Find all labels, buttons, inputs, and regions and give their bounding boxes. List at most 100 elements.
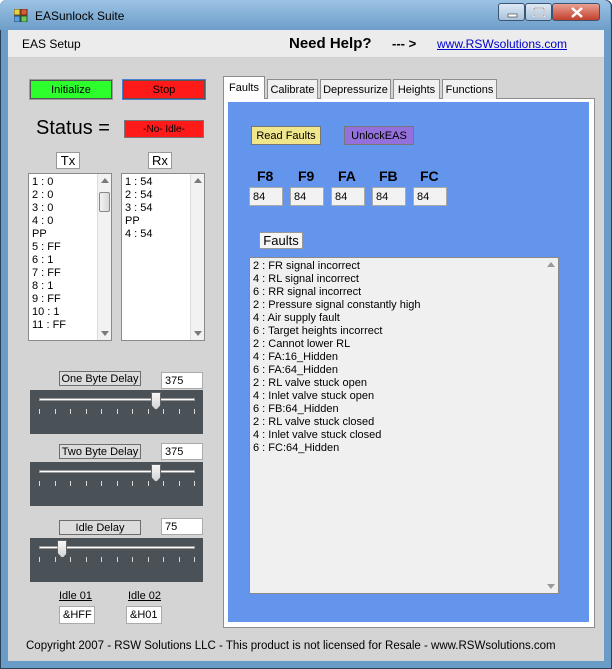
register-value-fa[interactable]: 84 [331, 187, 365, 206]
tab-heights[interactable]: Heights [393, 79, 440, 99]
two-byte-delay-label: Two Byte Delay [59, 444, 141, 459]
one-byte-delay-input[interactable]: 375 [161, 372, 203, 389]
faults-scrollbar[interactable] [544, 258, 558, 593]
list-item[interactable]: 6 : FB:64_Hidden [253, 403, 421, 416]
scroll-thumb[interactable] [99, 192, 110, 212]
slider-tick [54, 481, 56, 486]
slider-tick [85, 481, 87, 486]
slider-tick [85, 557, 87, 562]
slider-tick [70, 409, 71, 414]
close-button[interactable] [552, 3, 600, 21]
scroll-up-icon[interactable] [101, 178, 109, 183]
list-item[interactable]: 4 : Inlet valve stuck closed [253, 429, 421, 442]
slider-tick [132, 481, 133, 486]
list-item[interactable]: 4 : RL signal incorrect [253, 273, 421, 286]
scroll-up-icon[interactable] [547, 262, 555, 267]
register-value-f9[interactable]: 84 [290, 187, 324, 206]
tx-lines: 1 : 02 : 03 : 04 : 0 PP 5 : FF 6 : 17 : FF 8… [32, 176, 66, 332]
scroll-up-icon[interactable] [194, 178, 202, 183]
list-item[interactable]: 2 : 54 [125, 189, 153, 202]
slider-tick [39, 557, 40, 562]
slider-tick [70, 481, 71, 486]
tab-calibrate[interactable]: Calibrate [267, 79, 318, 99]
slider-tick [85, 409, 87, 414]
rx-scrollbar[interactable] [190, 174, 204, 340]
list-item[interactable]: 11 : FF [32, 319, 66, 332]
initialize-button[interactable]: Initialize [29, 79, 113, 100]
rx-listbox[interactable]: 1 : 54 2 : 54 3 : 54 PP 4 : 54 [121, 173, 205, 341]
idle-delay-input[interactable]: 75 [161, 518, 203, 535]
list-item[interactable]: 9 : FF [32, 293, 66, 306]
rx-label: Rx [148, 152, 172, 169]
list-item[interactable]: 4 : Inlet valve stuck open [253, 390, 421, 403]
list-item[interactable]: 5 : FF [32, 241, 66, 254]
register-value-fb[interactable]: 84 [372, 187, 406, 206]
list-item[interactable]: PP [32, 228, 66, 241]
slider-track [39, 470, 195, 473]
slider-thumb[interactable] [151, 392, 161, 410]
slider-ticks [39, 481, 195, 486]
list-item[interactable]: 4 : FA:16_Hidden [253, 351, 421, 364]
list-item[interactable]: 1 : 54 [125, 176, 153, 189]
slider-thumb[interactable] [151, 464, 161, 482]
list-item[interactable]: 6 : FA:64_Hidden [253, 364, 421, 377]
list-item[interactable]: 6 : RR signal incorrect [253, 286, 421, 299]
tx-listbox[interactable]: 1 : 02 : 03 : 04 : 0 PP 5 : FF 6 : 17 : FF 8… [28, 173, 112, 341]
list-item[interactable]: 1 : 0 [32, 176, 66, 189]
tx-scrollbar[interactable] [97, 174, 111, 340]
list-item[interactable]: 2 : Pressure signal constantly high [253, 299, 421, 312]
read-faults-button[interactable]: Read Faults [251, 126, 321, 145]
tab-faults[interactable]: Faults [223, 76, 265, 99]
list-item[interactable]: 2 : Cannot lower RL [253, 338, 421, 351]
idle-02-input[interactable]: &H01 [126, 606, 162, 624]
list-item[interactable]: 6 : FC:64_Hidden [253, 442, 421, 455]
idle-01-label: Idle 01 [59, 590, 93, 602]
idle-01-input[interactable]: &HFF [59, 606, 95, 624]
list-item[interactable]: 2 : FR signal incorrect [253, 260, 421, 273]
slider-thumb[interactable] [57, 540, 68, 558]
slider-tick [194, 557, 195, 562]
list-item[interactable]: 2 : RL valve stuck open [253, 377, 421, 390]
list-item[interactable]: 3 : 54 [125, 202, 153, 215]
slider-track [39, 398, 195, 401]
menu-eas-setup[interactable]: EAS Setup [22, 37, 81, 51]
idle-delay-slider[interactable] [30, 538, 203, 582]
footer-text: Copyright 2007 - RSW Solutions LLC - Thi… [26, 640, 556, 652]
tab-depressurize[interactable]: Depressurize [320, 79, 391, 99]
help-link[interactable]: www.RSWsolutions.com [437, 37, 567, 51]
two-byte-delay-input[interactable]: 375 [161, 443, 203, 460]
list-item[interactable]: 4 : 0 [32, 215, 66, 228]
list-item[interactable]: 6 : Target heights incorrect [253, 325, 421, 338]
scroll-down-icon[interactable] [101, 331, 109, 336]
list-item[interactable]: 3 : 0 [32, 202, 66, 215]
maximize-button[interactable] [525, 3, 552, 21]
register-value-fc[interactable]: 84 [413, 187, 447, 206]
app-icon [14, 9, 28, 22]
slider-tick [178, 409, 180, 414]
list-item[interactable]: 2 : 0 [32, 189, 66, 202]
scroll-down-icon[interactable] [194, 331, 202, 336]
unlock-eas-button[interactable]: UnlockEAS [344, 126, 414, 145]
help-arrow: --- > [392, 36, 417, 51]
list-item[interactable]: 10 : 1 [32, 306, 66, 319]
list-item[interactable]: 8 : 1 [32, 280, 66, 293]
list-item[interactable]: 2 : RL valve stuck closed [253, 416, 421, 429]
list-item[interactable]: 4 : 54 [125, 228, 153, 241]
scroll-down-icon[interactable] [547, 584, 555, 589]
list-item[interactable]: 7 : FF [32, 267, 66, 280]
close-icon [571, 7, 583, 18]
minimize-button[interactable] [498, 3, 525, 21]
register-value-f8[interactable]: 84 [249, 187, 283, 206]
list-item[interactable]: 4 : Air supply fault [253, 312, 421, 325]
list-item[interactable]: 6 : 1 [32, 254, 66, 267]
one-byte-delay-slider[interactable] [30, 390, 203, 434]
list-item[interactable]: PP [125, 215, 153, 228]
slider-tick [194, 481, 195, 486]
tab-functions[interactable]: Functions [442, 79, 497, 99]
slider-tick [178, 481, 180, 486]
slider-tick [132, 409, 133, 414]
stop-button[interactable]: Stop [122, 79, 206, 100]
slider-tick [54, 409, 56, 414]
faults-listbox[interactable]: 2 : FR signal incorrect 4 : RL signal inc… [249, 257, 559, 594]
two-byte-delay-slider[interactable] [30, 462, 203, 506]
